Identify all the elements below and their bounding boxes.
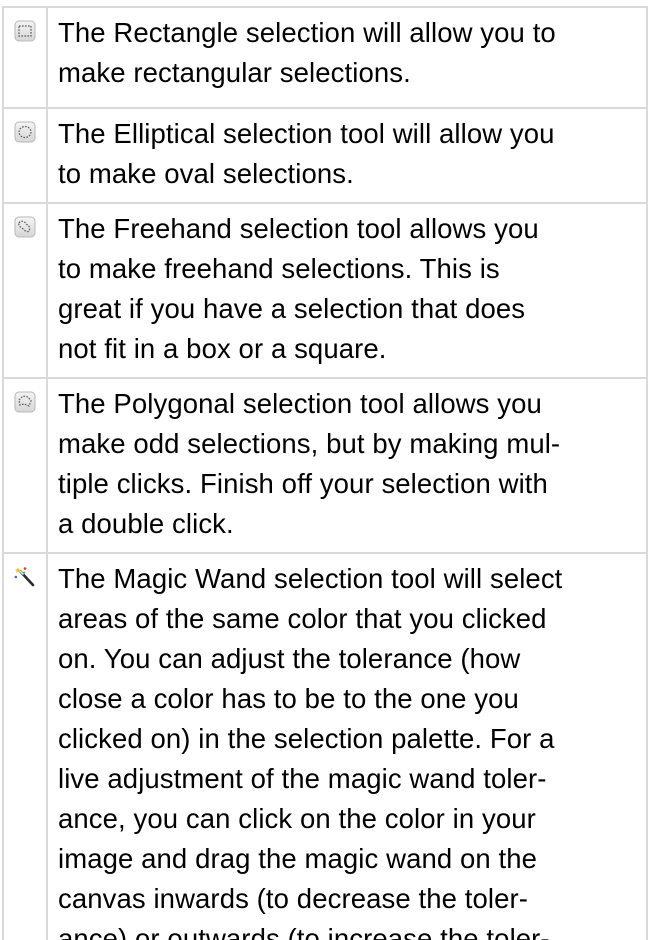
- row-text: The Rectangle selection will allow you t…: [58, 17, 556, 88]
- table-row: The Rectangle selection will allow you t…: [4, 8, 646, 109]
- table-row: The Elliptical selection tool will allow…: [4, 109, 646, 204]
- row-text: The Polygonal selection tool allows you …: [58, 388, 561, 539]
- lasso-select-icon: [14, 216, 36, 238]
- icon-cell: [4, 8, 48, 107]
- ellipse-select-icon: [14, 121, 36, 143]
- row-text: The Freehand selection tool allows you t…: [58, 213, 539, 364]
- icon-cell: [4, 554, 48, 940]
- selection-tools-table: The Rectangle selection will allow you t…: [2, 6, 648, 940]
- table-row: The Magic Wand selection tool will selec…: [4, 554, 646, 940]
- table-row: The Freehand selection tool allows you t…: [4, 204, 646, 379]
- rectangle-select-icon: [14, 20, 36, 42]
- row-text: The Magic Wand selection tool will selec…: [58, 563, 563, 940]
- row-text: The Elliptical selection tool will allow…: [58, 118, 555, 189]
- magic-wand-icon: [14, 567, 35, 587]
- icon-cell: [4, 204, 48, 377]
- table-row: The Polygonal selection tool allows you …: [4, 379, 646, 554]
- icon-cell: [4, 109, 48, 202]
- polygon-select-icon: [14, 391, 36, 413]
- icon-cell: [4, 379, 48, 552]
